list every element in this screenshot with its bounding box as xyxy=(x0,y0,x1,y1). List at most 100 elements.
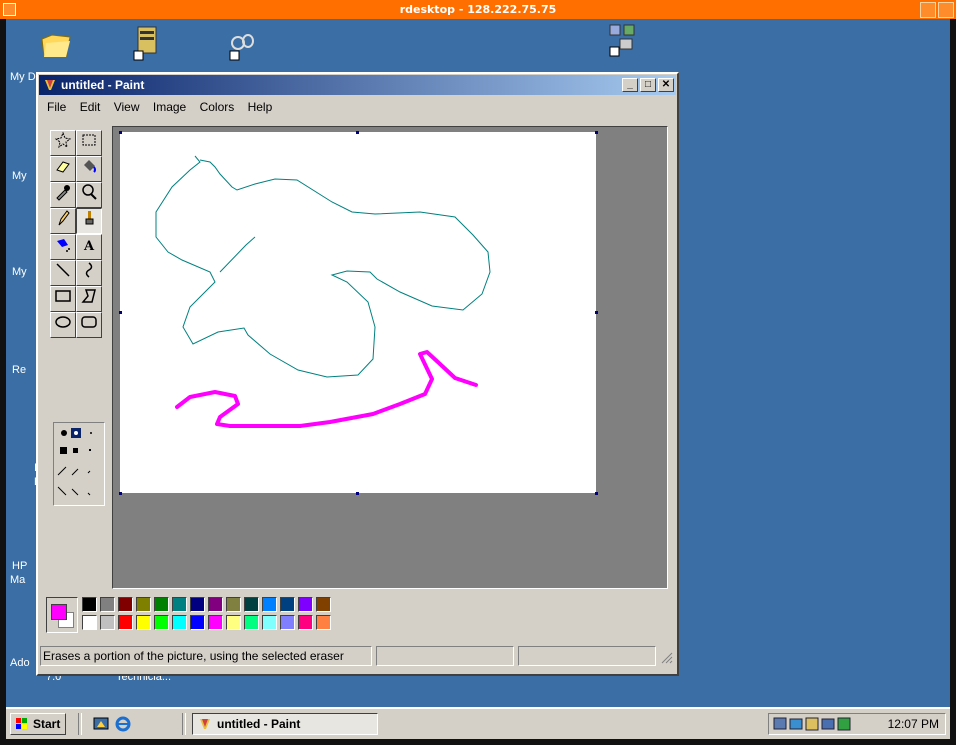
network-connections-icon[interactable] xyxy=(606,23,642,59)
foreground-color[interactable] xyxy=(51,604,67,620)
line-tool[interactable] xyxy=(50,260,76,286)
palette-swatch[interactable] xyxy=(280,597,295,612)
paint-titlebar[interactable]: untitled - Paint _ □ ✕ xyxy=(39,75,676,95)
tray-icons[interactable] xyxy=(773,716,853,732)
rect-select-tool[interactable] xyxy=(76,130,102,156)
paint-task-icon xyxy=(200,719,210,729)
rounded-rect-tool[interactable] xyxy=(76,312,102,338)
clock[interactable]: 12:07 PM xyxy=(888,717,939,731)
palette-swatch[interactable] xyxy=(118,597,133,612)
taskbar-paint-button[interactable]: untitled - Paint xyxy=(192,713,378,735)
taskbar: Start untitled - Paint 12:07 PM xyxy=(6,707,950,739)
eraser-tool[interactable] xyxy=(50,156,76,182)
my-documents-icon[interactable] xyxy=(38,27,74,63)
palette-swatch[interactable] xyxy=(298,615,313,630)
toolbox: A xyxy=(44,126,108,656)
resize-handle xyxy=(595,131,598,134)
maximize-button[interactable]: □ xyxy=(640,78,656,92)
palette-swatch[interactable] xyxy=(226,615,241,630)
palette-swatch[interactable] xyxy=(100,597,115,612)
palette-swatch[interactable] xyxy=(190,615,205,630)
palette-swatch[interactable] xyxy=(298,597,313,612)
resize-handle[interactable] xyxy=(595,311,598,314)
show-desktop-icon[interactable] xyxy=(92,715,110,733)
desktop-label-my-computer: My xyxy=(12,170,27,182)
resize-handle xyxy=(119,311,122,314)
resize-handle[interactable] xyxy=(356,492,359,495)
menu-colors[interactable]: Colors xyxy=(195,98,240,116)
resize-handle xyxy=(356,131,359,134)
airbrush-tool[interactable] xyxy=(50,234,76,260)
palette-swatch[interactable] xyxy=(262,597,277,612)
magnifier-tool[interactable] xyxy=(76,182,102,208)
minimize-button[interactable]: _ xyxy=(622,78,638,92)
drawing-strokes xyxy=(155,155,491,428)
palette-swatch[interactable] xyxy=(226,597,241,612)
palette-swatch[interactable] xyxy=(136,597,151,612)
network-drive-icon[interactable] xyxy=(130,25,166,61)
rdesktop-minimize-button[interactable] xyxy=(920,2,936,18)
color-picker-tool[interactable] xyxy=(50,182,76,208)
palette-swatch[interactable] xyxy=(316,615,331,630)
desktop-label-hp-line2: Ma xyxy=(10,574,26,586)
size-grip-icon[interactable] xyxy=(661,652,673,664)
taskbar-divider xyxy=(182,713,186,735)
palette-swatch[interactable] xyxy=(208,615,223,630)
palette-swatch[interactable] xyxy=(316,597,331,612)
palette-swatch[interactable] xyxy=(172,615,187,630)
status-size xyxy=(518,646,656,666)
windows-logo-icon xyxy=(16,718,27,729)
desktop-label-adobe: Ado xyxy=(10,657,30,669)
palette-swatch[interactable] xyxy=(280,615,295,630)
palette-swatch[interactable] xyxy=(244,597,259,612)
palette-swatch[interactable] xyxy=(172,597,187,612)
pencil-tool[interactable] xyxy=(50,208,76,234)
palette-swatch[interactable] xyxy=(100,615,115,630)
internet-explorer-icon[interactable] xyxy=(114,715,132,733)
brush-options[interactable] xyxy=(53,422,105,506)
ellipse-tool[interactable] xyxy=(50,312,76,338)
palette-swatch[interactable] xyxy=(82,615,97,630)
status-text: Erases a portion of the picture, using t… xyxy=(40,646,372,666)
current-colors[interactable] xyxy=(46,597,78,633)
rect-select-icon xyxy=(82,134,96,146)
desktop-label-recycle-bin: Re xyxy=(12,364,27,376)
palette-swatch[interactable] xyxy=(82,597,97,612)
curve-tool[interactable] xyxy=(76,260,102,286)
palette-swatch[interactable] xyxy=(136,615,151,630)
polygon-tool[interactable] xyxy=(76,286,102,312)
palette-swatch[interactable] xyxy=(262,615,277,630)
palette-swatch[interactable] xyxy=(244,615,259,630)
resize-handle[interactable] xyxy=(595,492,598,495)
system-tray: 12:07 PM xyxy=(768,713,946,735)
desktop-label-my-network: My xyxy=(12,266,27,278)
menu-view[interactable]: View xyxy=(109,98,145,116)
menu-edit[interactable]: Edit xyxy=(75,98,106,116)
desktop-label-hp-line1: HP xyxy=(12,560,28,572)
canvas-area[interactable] xyxy=(112,126,668,589)
start-button[interactable]: Start xyxy=(10,713,66,735)
text-tool[interactable]: A xyxy=(76,234,102,260)
palette-swatch[interactable] xyxy=(190,597,205,612)
start-label: Start xyxy=(33,717,61,731)
palette-swatch[interactable] xyxy=(154,615,169,630)
brush-tool[interactable] xyxy=(76,208,102,234)
palette-swatch[interactable] xyxy=(154,597,169,612)
free-form-select-tool[interactable] xyxy=(50,130,76,156)
rdesktop-close-button[interactable] xyxy=(938,2,954,18)
drawing-canvas[interactable] xyxy=(120,132,596,493)
palette-swatch[interactable] xyxy=(208,597,223,612)
color-palette xyxy=(44,594,666,634)
shortcut-link-icon[interactable] xyxy=(224,27,260,63)
fill-tool[interactable] xyxy=(76,156,102,182)
menu-file[interactable]: File xyxy=(42,98,71,116)
palette-swatch[interactable] xyxy=(118,615,133,630)
rdesktop-title: rdesktop - 128.222.75.75 xyxy=(399,3,557,16)
menu-help[interactable]: Help xyxy=(243,98,278,116)
paint-window[interactable]: untitled - Paint _ □ ✕ File Edit View Im… xyxy=(36,72,679,676)
status-bar: Erases a portion of the picture, using t… xyxy=(40,644,675,668)
rdesktop-titlebar[interactable]: rdesktop - 128.222.75.75 xyxy=(0,0,956,19)
close-button[interactable]: ✕ xyxy=(658,78,674,92)
rectangle-tool[interactable] xyxy=(50,286,76,312)
menu-image[interactable]: Image xyxy=(148,98,191,116)
